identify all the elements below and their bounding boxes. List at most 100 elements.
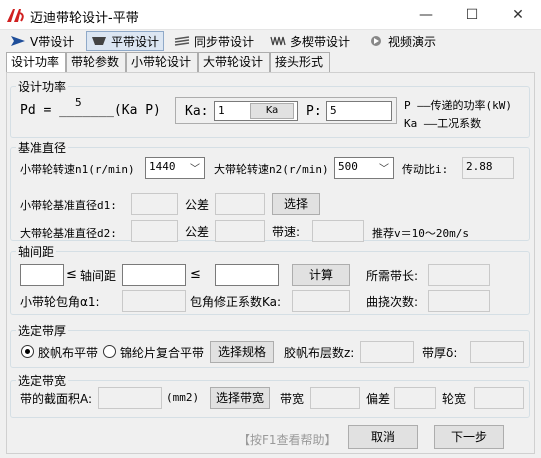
ratio-value: 2.88 bbox=[466, 160, 493, 173]
toolbar-v-belt-button[interactable]: V带设计 bbox=[6, 31, 78, 51]
select-width-button[interactable]: 选择带宽 bbox=[210, 387, 270, 409]
window-title: 迈迪带轮设计-平带 bbox=[30, 11, 139, 26]
n1-value: 1440 bbox=[149, 160, 176, 173]
pd-value: 5 bbox=[75, 96, 82, 109]
radio-canvas-belt-label: 胶帆布平带 bbox=[38, 346, 99, 360]
n2-value: 500 bbox=[338, 160, 358, 173]
tol2-field[interactable] bbox=[215, 220, 265, 242]
radio-canvas-belt[interactable] bbox=[21, 345, 34, 358]
tab-design-power[interactable]: 设计功率 bbox=[6, 52, 66, 73]
flex-count-label: 曲挠次数: bbox=[366, 295, 419, 309]
axis-min-input[interactable] bbox=[20, 264, 64, 286]
wheel-width-label: 轮宽 bbox=[442, 392, 467, 406]
toolbar-timing-belt-label: 同步带设计 bbox=[194, 34, 255, 49]
tab-joint-type[interactable]: 接头形式 bbox=[270, 52, 330, 72]
title-bar: 迈迪带轮设计-平带 — ☐ ✕ bbox=[0, 0, 541, 30]
ka-label: Ka: bbox=[185, 104, 209, 119]
tol1-label: 公差 bbox=[185, 198, 210, 212]
angle-correction-field[interactable] bbox=[292, 290, 350, 312]
toolbar-flat-belt-label: 平带设计 bbox=[111, 34, 160, 49]
p-label: P: bbox=[306, 104, 322, 119]
select-diameter-button[interactable]: 选择 bbox=[272, 193, 320, 215]
layers-label: 胶帆布层数z: bbox=[284, 346, 355, 360]
wrap-angle-field[interactable] bbox=[122, 290, 186, 312]
wheel-width-field[interactable] bbox=[474, 387, 524, 409]
chevron-down-icon: ﹀ bbox=[379, 164, 389, 175]
toolbar-multi-v-belt-button[interactable]: 多楔带设计 bbox=[266, 31, 354, 51]
flat-belt-icon bbox=[92, 37, 106, 45]
tab-small-pulley[interactable]: 小带轮设计 bbox=[126, 52, 198, 72]
speed-note: 推荐v＝10～20m/s bbox=[372, 227, 469, 240]
toolbar: V带设计 平带设计 同步带设计 多楔带设计 视频演示 bbox=[0, 30, 541, 52]
base-group-title: 基准直径 bbox=[16, 139, 69, 156]
speed-label: 带速: bbox=[272, 225, 301, 239]
p-input[interactable]: 5 bbox=[326, 101, 392, 121]
n2-select[interactable]: 500 ﹀ bbox=[334, 157, 394, 179]
belt-width-label: 带宽 bbox=[280, 392, 305, 406]
flex-count-field[interactable] bbox=[428, 290, 490, 312]
area-label: 带的截面积A: bbox=[20, 392, 93, 406]
note-ka: Ka ——工况系数 bbox=[404, 117, 482, 130]
area-field[interactable] bbox=[98, 387, 162, 409]
tab-large-pulley[interactable]: 大带轮设计 bbox=[198, 52, 270, 72]
axis-group-title: 轴间距 bbox=[16, 243, 57, 260]
n2-label: 大带轮转速n2(r/min) bbox=[214, 163, 329, 176]
arrow-right-icon bbox=[11, 36, 25, 46]
toolbar-multi-v-belt-label: 多楔带设计 bbox=[290, 34, 351, 49]
multi-v-belt-icon bbox=[270, 36, 286, 46]
ka-button[interactable]: Ka bbox=[250, 103, 294, 119]
help-hint: 【按F1查看帮助】 bbox=[238, 433, 337, 447]
next-button[interactable]: 下一步 bbox=[434, 425, 504, 449]
le-symbol-1: ≤ bbox=[66, 267, 77, 282]
area-unit: (mm2) bbox=[166, 391, 200, 404]
note-p: P ——传递的功率(kW) bbox=[404, 99, 512, 112]
tol2-label: 公差 bbox=[185, 225, 210, 239]
minimize-button[interactable]: — bbox=[403, 0, 449, 30]
belt-width-field[interactable] bbox=[310, 387, 360, 409]
pd-formula: Pd = _______(Ka P) bbox=[20, 103, 161, 118]
deviation-field[interactable] bbox=[394, 387, 436, 409]
ratio-field[interactable]: 2.88 bbox=[462, 157, 514, 179]
width-group-title: 选定带宽 bbox=[16, 372, 69, 389]
radio-nylon-belt[interactable] bbox=[103, 345, 116, 358]
n1-label: 小带轮转速n1(r/min) bbox=[20, 163, 135, 176]
radio-nylon-belt-label: 锦纶片复合平带 bbox=[120, 346, 205, 360]
n1-select[interactable]: 1440 ﹀ bbox=[145, 157, 205, 179]
toolbar-video-label: 视频演示 bbox=[388, 34, 437, 49]
ratio-label: 传动比i: bbox=[402, 163, 449, 176]
d2-label: 大带轮基准直径d2: bbox=[20, 227, 117, 240]
power-group-title: 设计功率 bbox=[16, 78, 69, 95]
thickness-group-title: 选定带厚 bbox=[16, 322, 69, 339]
belt-length-label: 所需带长: bbox=[366, 269, 419, 283]
layers-field[interactable] bbox=[360, 341, 414, 363]
ka-value: 1 bbox=[218, 104, 225, 117]
video-icon bbox=[371, 36, 381, 46]
speed-field[interactable] bbox=[312, 220, 364, 242]
tab-pulley-params[interactable]: 带轮参数 bbox=[66, 52, 126, 72]
p-value: 5 bbox=[330, 104, 337, 117]
toolbar-flat-belt-button[interactable]: 平带设计 bbox=[86, 31, 165, 51]
angle-correction-label: 包角修正系数Ka: bbox=[190, 295, 282, 309]
calc-button[interactable]: 计算 bbox=[292, 264, 350, 286]
axis-input[interactable] bbox=[122, 264, 186, 286]
toolbar-video-button[interactable]: 视频演示 bbox=[364, 31, 440, 51]
maximize-button[interactable]: ☐ bbox=[449, 0, 495, 30]
deviation-label: 偏差 bbox=[366, 392, 391, 406]
toolbar-timing-belt-button[interactable]: 同步带设计 bbox=[170, 31, 258, 51]
d1-label: 小带轮基准直径d1: bbox=[20, 199, 117, 212]
belt-length-field[interactable] bbox=[428, 264, 490, 286]
chevron-down-icon: ﹀ bbox=[190, 164, 200, 175]
axis-max-input[interactable] bbox=[215, 264, 279, 286]
le-symbol-2: ≤ bbox=[190, 267, 201, 282]
cancel-button[interactable]: 取消 bbox=[348, 425, 418, 449]
d2-field[interactable] bbox=[131, 220, 178, 242]
toolbar-v-belt-label: V带设计 bbox=[30, 34, 75, 49]
axis-label: 轴间距 bbox=[80, 269, 117, 283]
timing-belt-icon bbox=[174, 36, 190, 46]
select-spec-button[interactable]: 选择规格 bbox=[210, 341, 274, 363]
tol1-field[interactable] bbox=[215, 193, 265, 215]
d1-field[interactable] bbox=[131, 193, 178, 215]
belt-thickness-field[interactable] bbox=[470, 341, 524, 363]
close-button[interactable]: ✕ bbox=[495, 0, 541, 30]
app-logo-icon bbox=[7, 9, 24, 22]
